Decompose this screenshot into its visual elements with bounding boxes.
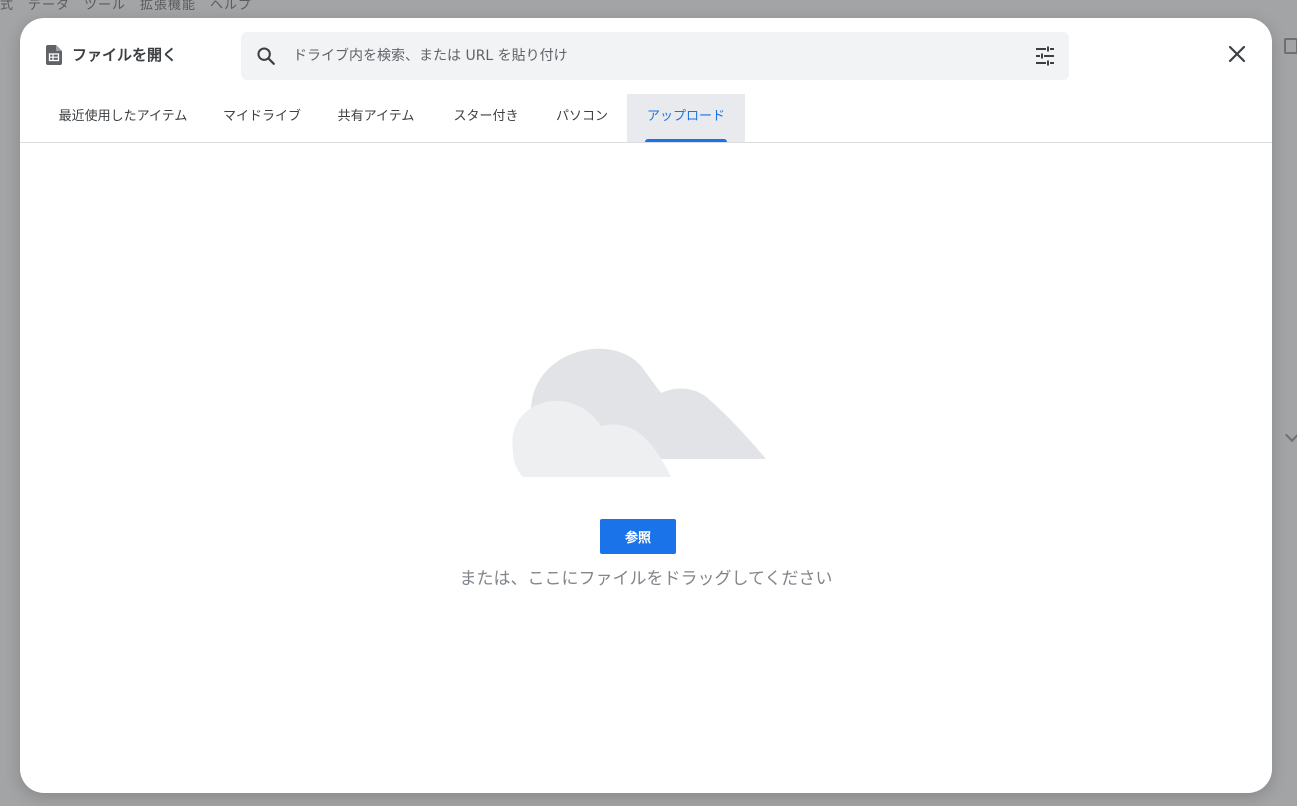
background-chevron-icon bbox=[1284, 427, 1297, 443]
browse-button[interactable]: 参照 bbox=[600, 519, 676, 554]
tab-label: マイドライブ bbox=[222, 109, 301, 124]
cloud-illustration-icon bbox=[511, 341, 767, 485]
tab-label: 共有アイテム bbox=[337, 109, 415, 124]
search-bar bbox=[241, 32, 1069, 80]
dialog-title: ファイルを開く bbox=[72, 46, 178, 64]
background-menu-bar: 式 データ ツール 拡張機能 ヘルプ bbox=[0, 0, 253, 13]
tab-computers[interactable]: パソコン bbox=[540, 94, 624, 142]
search-options-icon[interactable] bbox=[1033, 44, 1057, 72]
tab-upload[interactable]: アップロード bbox=[627, 94, 745, 142]
file-open-dialog: ファイルを開く ドライブ内を検索、または URL を貼り付け 最近使用したアイテ… bbox=[20, 18, 1272, 793]
search-input[interactable] bbox=[293, 32, 1013, 80]
tab-label: パソコン bbox=[555, 109, 608, 124]
tab-bar: 最近使用したアイテム マイドライブ 共有アイテム スター付き パソコン アップロ… bbox=[20, 94, 1272, 142]
close-button[interactable] bbox=[1221, 40, 1253, 72]
search-icon[interactable] bbox=[255, 45, 277, 71]
close-icon bbox=[1228, 45, 1246, 67]
tab-label: スター付き bbox=[453, 109, 519, 124]
background-side-panel-icon bbox=[1284, 38, 1297, 54]
drop-zone-hint: または、ここにファイルをドラッグしてください bbox=[459, 569, 833, 589]
dialog-header: ファイルを開く bbox=[46, 44, 177, 65]
tab-label: アップロード bbox=[646, 109, 725, 124]
tab-label: 最近使用したアイテム bbox=[58, 109, 188, 124]
tabs-divider bbox=[20, 142, 1272, 143]
tab-shared[interactable]: 共有アイテム bbox=[324, 94, 428, 142]
sheets-file-icon bbox=[46, 44, 62, 65]
tab-recent[interactable]: 最近使用したアイテム bbox=[34, 94, 212, 142]
tab-my-drive[interactable]: マイドライブ bbox=[206, 94, 318, 142]
tab-starred[interactable]: スター付き bbox=[440, 94, 532, 142]
